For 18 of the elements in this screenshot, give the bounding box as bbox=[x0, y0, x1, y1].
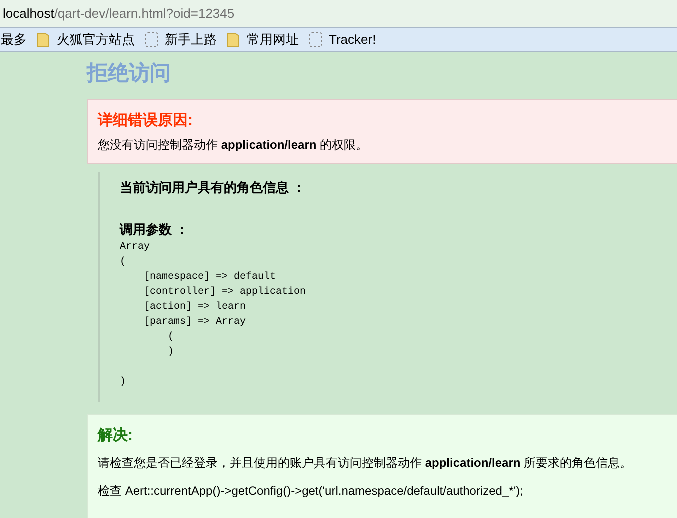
bookmark-item[interactable]: 新手上路 bbox=[145, 30, 221, 50]
solution-message: 请检查您是否已经登录，并且使用的账户具有访问控制器动作 application/learn 所要求的角色信息。 bbox=[98, 454, 632, 472]
folder-icon bbox=[227, 32, 241, 48]
roles-heading: 当前访问用户具有的角色信息 ： bbox=[120, 179, 306, 197]
error-heading: 详细错误原因: bbox=[98, 110, 193, 130]
bookmark-item[interactable]: 常用网址 bbox=[227, 30, 303, 50]
page-title: 拒绝访问 bbox=[87, 59, 171, 87]
bookmark-item[interactable]: 火狐官方站点 bbox=[37, 30, 139, 50]
page-icon bbox=[145, 32, 159, 48]
solution-heading: 解决: bbox=[98, 426, 133, 446]
params-dump: Array ( [namespace] => default [controller] => application [action] => learn [params] => Array ( ) ) bbox=[120, 241, 306, 390]
solution-hint: 检查 Aert::currentApp()->getConfig()->get('url.namespace/default/authorized_*'); bbox=[98, 482, 524, 500]
folder-icon bbox=[37, 32, 51, 48]
bookmark-item[interactable]: 最多 bbox=[1, 30, 31, 50]
params-heading: 调用参数 ： bbox=[120, 220, 189, 238]
bookmark-item[interactable]: Tracker! bbox=[309, 30, 380, 50]
page-icon bbox=[309, 32, 323, 48]
error-message: 您没有访问控制器动作 application/learn 的权限。 bbox=[98, 137, 368, 154]
